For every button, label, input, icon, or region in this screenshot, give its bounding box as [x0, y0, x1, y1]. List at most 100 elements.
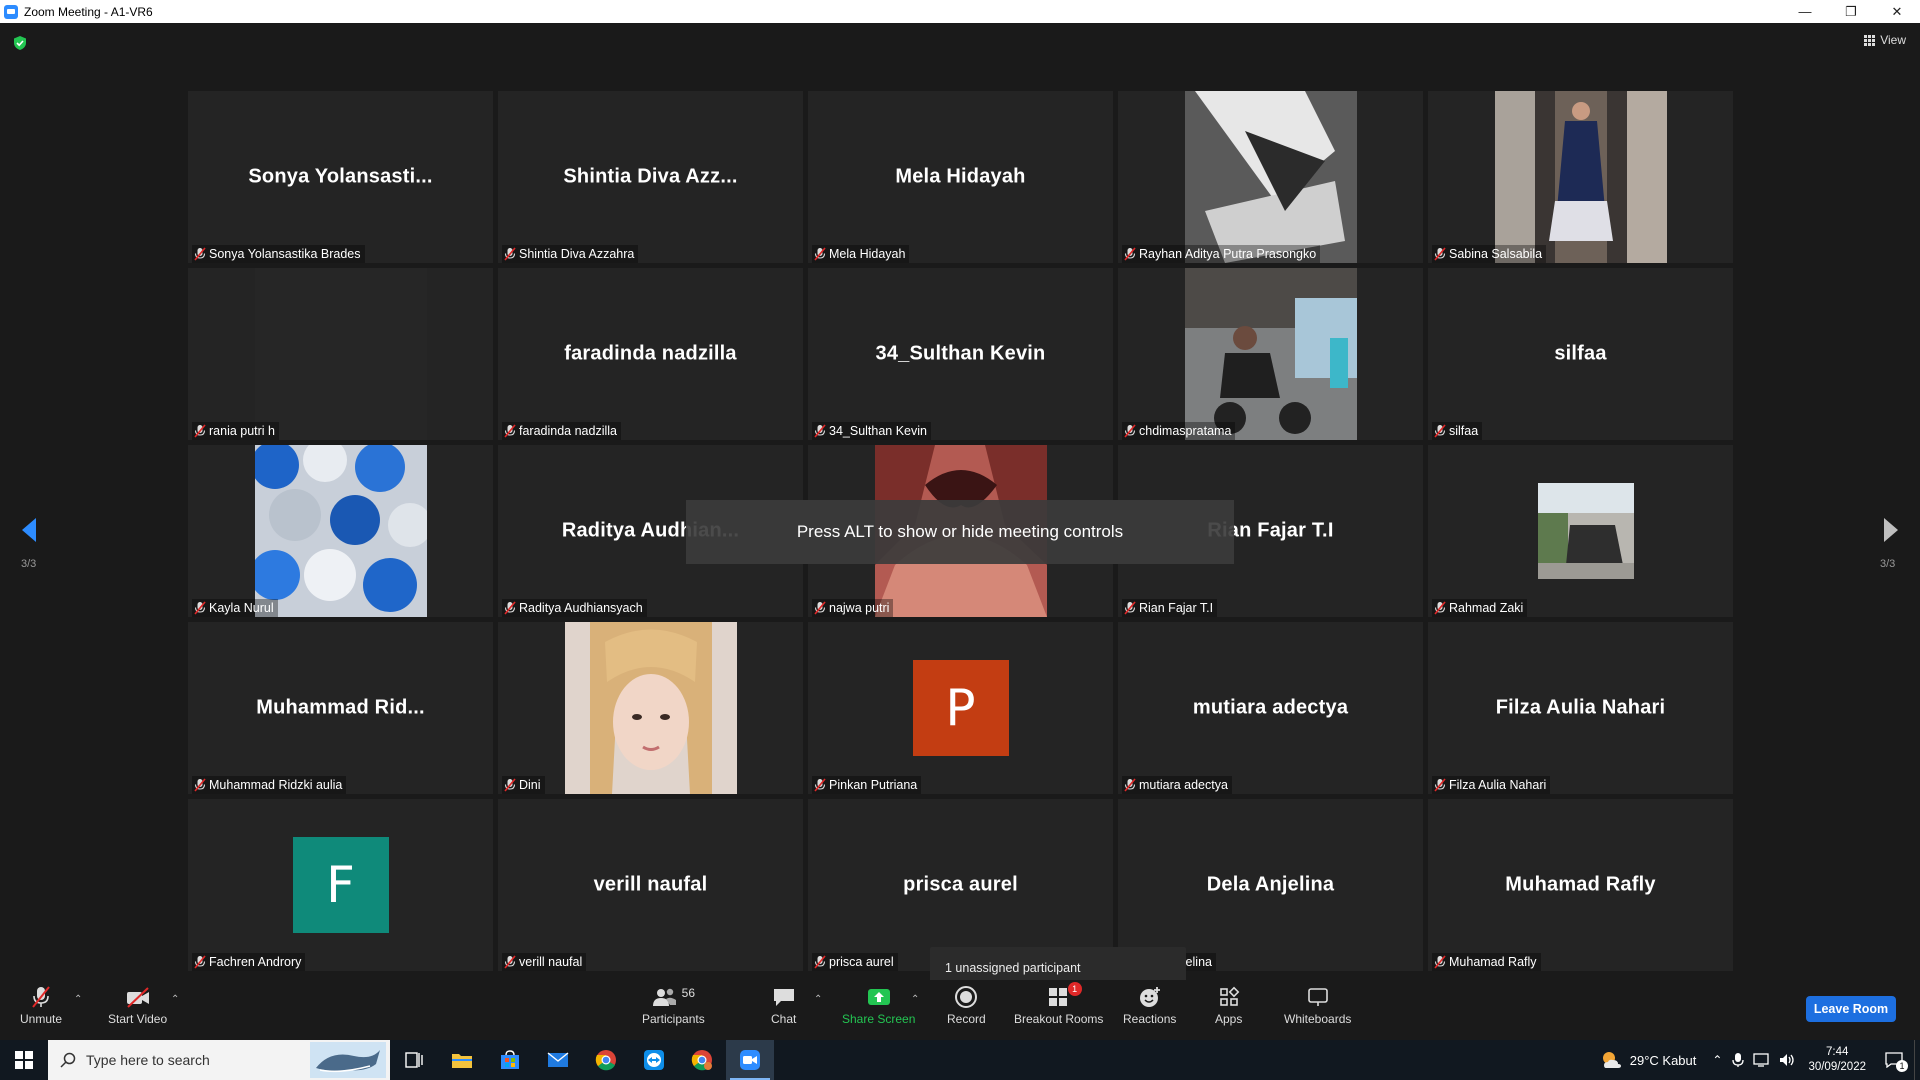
video-options-caret-icon[interactable]: ⌃ — [171, 994, 179, 1005]
taskbar-search-box[interactable]: Type here to search — [48, 1040, 390, 1080]
minimize-button[interactable]: — — [1782, 0, 1828, 23]
notifications-button[interactable]: 1 — [1874, 1040, 1914, 1080]
audio-options-caret-icon[interactable]: ⌃ — [74, 994, 82, 1005]
microphone-muted-icon — [1124, 247, 1136, 261]
close-button[interactable]: ✕ — [1874, 0, 1920, 23]
previous-page-arrow-icon[interactable] — [18, 515, 38, 545]
microphone-muted-icon — [1434, 955, 1446, 969]
search-icon — [60, 1052, 76, 1068]
microsoft-store-icon[interactable] — [486, 1040, 534, 1080]
participant-display-name: Muhammad Rid... — [256, 696, 425, 719]
participant-profile-photo — [1495, 445, 1667, 617]
participant-name: Pinkan Putriana — [829, 778, 918, 792]
participant-name-label: Dini — [502, 776, 545, 794]
show-desktop-button[interactable] — [1914, 1040, 1920, 1080]
start-video-button[interactable]: Start Video — [108, 984, 167, 1026]
show-hidden-icons-caret-icon[interactable]: ⌃ — [1712, 1053, 1722, 1067]
participant-tile[interactable]: rania putri h — [188, 268, 493, 440]
participant-name-label: 34_Sulthan Kevin — [812, 422, 931, 440]
participant-name: Rian Fajar T.I — [1139, 601, 1214, 615]
participant-tile[interactable]: Filza Aulia Nahari Filza Aulia Nahari — [1428, 622, 1733, 794]
participant-tile[interactable]: Sabina Salsabila — [1428, 91, 1733, 263]
microphone-muted-icon — [504, 955, 516, 969]
weather-text[interactable]: 29°C Kabut — [1630, 1053, 1697, 1068]
participant-name: Raditya Audhiansyach — [519, 601, 643, 615]
participants-button[interactable]: 56 Participants — [642, 984, 705, 1026]
restore-button[interactable]: ❐ — [1828, 0, 1874, 23]
unmute-button[interactable]: Unmute — [20, 984, 62, 1026]
participant-tile[interactable]: Dela AnjelinaDela Anjelina — [1118, 799, 1423, 971]
participant-tile[interactable]: 34_Sulthan Kevin 34_Sulthan Kevin — [808, 268, 1113, 440]
chat-label: Chat — [771, 1012, 797, 1026]
record-button[interactable]: Record — [947, 984, 986, 1026]
microphone-muted-icon — [814, 424, 826, 438]
teamviewer-icon[interactable] — [630, 1040, 678, 1080]
participant-tile[interactable]: Muhammad Rid... Muhammad Ridzki aulia — [188, 622, 493, 794]
chrome-profile-icon[interactable] — [678, 1040, 726, 1080]
taskbar-clock[interactable]: 7:44 30/09/2022 — [1808, 1045, 1866, 1075]
view-button[interactable]: View — [1864, 33, 1906, 47]
participant-tile[interactable]: Dini — [498, 622, 803, 794]
tray-microphone-icon[interactable] — [1732, 1052, 1745, 1068]
participant-tile[interactable]: P Pinkan Putriana — [808, 622, 1113, 794]
video-off-icon — [126, 987, 149, 1008]
microphone-muted-icon — [814, 955, 826, 969]
zoom-taskbar-icon[interactable] — [726, 1040, 774, 1080]
share-screen-button[interactable]: Share Screen — [842, 984, 915, 1026]
participant-tile[interactable]: Shintia Diva Azz... Shintia Diva Azzahra — [498, 91, 803, 263]
participant-tile[interactable]: chdimaspratama — [1118, 268, 1423, 440]
reactions-button[interactable]: Reactions — [1123, 984, 1176, 1026]
mail-icon[interactable] — [534, 1040, 582, 1080]
participant-tile[interactable]: Rayhan Aditya Putra Prasongko — [1118, 91, 1423, 263]
leave-room-button[interactable]: Leave Room — [1806, 996, 1896, 1022]
participant-tile[interactable]: Sonya Yolansasti... Sonya Yolansastika Br… — [188, 91, 493, 263]
participant-name-label: Rian Fajar T.I — [1122, 599, 1218, 617]
whiteboards-button[interactable]: Whiteboards — [1284, 984, 1351, 1026]
participant-name: mutiara adectya — [1139, 778, 1228, 792]
microphone-muted-icon — [504, 247, 516, 261]
participants-label: Participants — [642, 1012, 705, 1026]
chat-options-caret-icon[interactable]: ⌃ — [814, 994, 822, 1005]
microphone-muted-icon — [194, 601, 206, 615]
participant-name-label: prisca aurel — [812, 953, 898, 971]
participant-name: Kayla Nurul — [209, 601, 274, 615]
participant-tile[interactable]: mutiara adectya mutiara adectya — [1118, 622, 1423, 794]
participant-name-label: mutiara adectya — [1122, 776, 1232, 794]
clock-time: 7:44 — [1826, 1046, 1849, 1058]
participant-tile[interactable]: F Fachren Androry — [188, 799, 493, 971]
share-screen-label: Share Screen — [842, 1012, 916, 1026]
participant-tile[interactable]: Rahmad Zaki — [1428, 445, 1733, 617]
participant-tile[interactable]: Kayla Nurul — [188, 445, 493, 617]
participant-tile[interactable]: verill naufal verill naufal — [498, 799, 803, 971]
participant-display-name: prisca aurel — [903, 873, 1018, 896]
participant-name-label: rania putri h — [192, 422, 280, 440]
participant-name-label: Muhamad Rafly — [1432, 953, 1541, 971]
participant-tile[interactable]: silfaa silfaa — [1428, 268, 1733, 440]
participant-tile[interactable]: Muhamad Rafly Muhamad Rafly — [1428, 799, 1733, 971]
participant-name-label: Fachren Androry — [192, 953, 306, 971]
participant-tile[interactable]: prisca aurel prisca aurel — [808, 799, 1113, 971]
participant-display-name: Shintia Diva Azz... — [563, 165, 738, 188]
microphone-muted-icon — [504, 778, 516, 792]
volume-icon[interactable] — [1778, 1052, 1796, 1068]
file-explorer-icon[interactable] — [438, 1040, 486, 1080]
start-button[interactable] — [0, 1040, 48, 1080]
chat-button[interactable]: Chat — [771, 984, 796, 1026]
next-page-arrow-icon[interactable] — [1882, 515, 1902, 545]
participant-profile-photo — [1494, 91, 1667, 263]
network-icon[interactable] — [1752, 1052, 1770, 1068]
participant-display-name: 34_Sulthan Kevin — [875, 342, 1046, 365]
participant-name: Filza Aulia Nahari — [1449, 778, 1547, 792]
security-shield-icon[interactable] — [12, 35, 28, 51]
microphone-muted-icon — [194, 247, 206, 261]
system-tray: 29°C Kabut ⌃ 7:44 30/09/2022 1 — [1600, 1040, 1920, 1080]
task-view-icon[interactable] — [390, 1040, 438, 1080]
participant-tile[interactable]: faradinda nadzilla faradinda nadzilla — [498, 268, 803, 440]
apps-button[interactable]: Apps — [1215, 984, 1242, 1026]
chrome-icon[interactable] — [582, 1040, 630, 1080]
participant-name-label: Rayhan Aditya Putra Prasongko — [1122, 245, 1321, 263]
participant-name-label: Muhammad Ridzki aulia — [192, 776, 347, 794]
share-options-caret-icon[interactable]: ⌃ — [911, 994, 919, 1005]
participant-tile[interactable]: Mela Hidayah Mela Hidayah — [808, 91, 1113, 263]
breakout-rooms-button[interactable]: 1 Breakout Rooms — [1014, 982, 1103, 1026]
